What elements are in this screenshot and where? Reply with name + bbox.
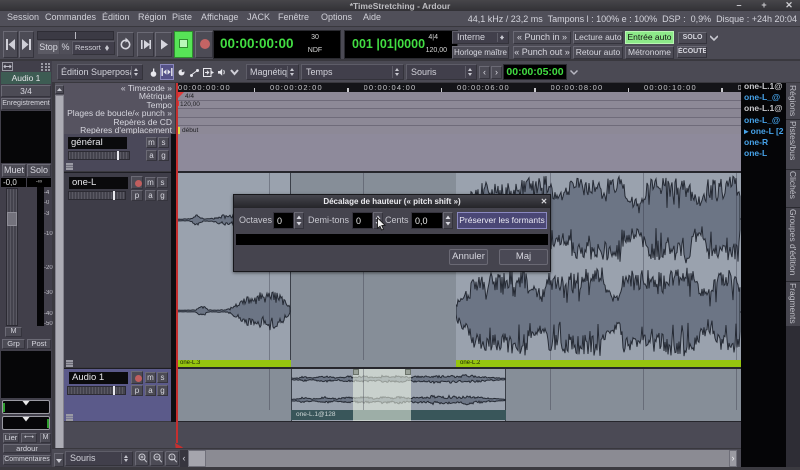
svg-text:1: 1	[170, 455, 173, 461]
